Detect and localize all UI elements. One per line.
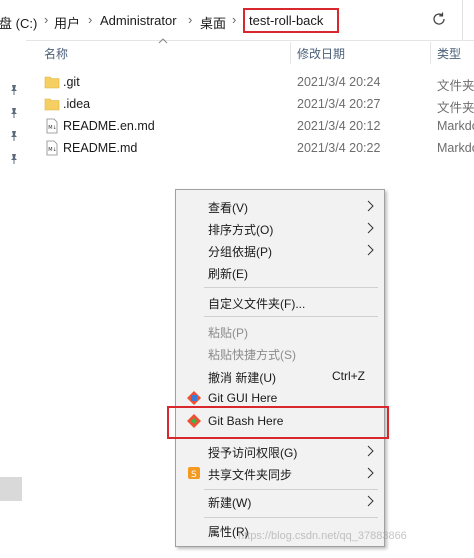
file-row[interactable]: .git 2021/3/4 20:24 文件夹 [40,71,474,93]
menu-item-label: 粘贴快捷方式(S) [208,348,296,362]
column-divider[interactable] [290,42,291,64]
menu-item-label: 撤消 新建(U) [208,371,276,385]
svg-text:M↓: M↓ [48,147,57,153]
md-file-icon: M↓ [46,140,58,156]
menu-item-view[interactable]: 查看(V) [176,195,384,217]
refresh-icon[interactable] [430,10,448,28]
file-type: Markdown [437,119,474,133]
breadcrumb-chevron-icon[interactable]: › [232,12,236,27]
md-file-icon: M↓ [46,118,58,134]
current-folder-highlight: test-roll-back [243,8,339,33]
file-name: .git [63,75,80,89]
breadcrumb-drive[interactable]: 磁盘 (C:) [0,13,37,32]
svg-text:M↓: M↓ [48,125,57,131]
menu-item-sort-by[interactable]: 排序方式(O) [176,217,384,239]
menu-item-label: 自定义文件夹(F)... [208,297,306,311]
breadcrumb-desktop[interactable]: 桌面 [200,13,226,32]
chevron-right-icon [367,222,374,234]
chevron-right-icon [367,244,374,256]
breadcrumb-administrator[interactable]: Administrator [100,13,177,28]
chevron-right-icon [367,200,374,212]
menu-separator [204,287,378,288]
address-bar[interactable]: 磁盘 (C:) › 用户 › Administrator › 桌面 › test… [0,0,474,41]
chevron-right-icon [367,495,374,507]
pin-icon[interactable] [8,153,20,165]
menu-item-paste[interactable]: 粘贴(P) [176,320,384,342]
breadcrumb-current[interactable]: test-roll-back [249,13,323,28]
menu-item-label: 分组依据(P) [208,245,272,259]
menu-separator [204,316,378,317]
breadcrumb-users[interactable]: 用户 [54,13,80,32]
menu-item-label: 排序方式(O) [208,223,274,237]
folder-icon [44,98,60,111]
pin-icon[interactable] [8,107,20,119]
git-gui-icon [187,391,201,405]
menu-item-group-by[interactable]: 分组依据(P) [176,239,384,261]
folder-icon [44,76,60,89]
menu-item-label: 查看(V) [208,201,248,215]
menu-item-label: 粘贴(P) [208,326,248,340]
menu-item-customize-folder[interactable]: 自定义文件夹(F)... [176,291,384,313]
file-date: 2021/3/4 20:22 [297,141,381,155]
column-header-type[interactable]: 类型 [437,45,461,62]
column-header-date[interactable]: 修改日期 [297,45,345,62]
menu-item-label: 授予访问权限(G) [208,446,298,460]
pin-icon[interactable] [8,84,20,96]
file-row[interactable]: M↓ README.en.md 2021/3/4 20:12 Markdown [40,115,474,137]
breadcrumb-chevron-icon[interactable]: › [44,12,48,27]
navigation-pane [0,40,26,558]
file-name: README.en.md [63,119,155,133]
menu-item-share-sync[interactable]: S 共享文件夹同步 [176,462,384,484]
file-row[interactable]: M↓ README.md 2021/3/4 20:22 Markdown [40,137,474,159]
file-name: .idea [63,97,91,111]
chevron-right-icon [367,467,374,479]
breadcrumb-chevron-icon[interactable]: › [188,12,192,27]
file-date: 2021/3/4 20:27 [297,97,381,111]
menu-separator [204,517,378,518]
chevron-right-icon [367,445,374,457]
file-date: 2021/3/4 20:24 [297,75,381,89]
menu-item-shortcut: Ctrl+Z [332,369,365,383]
file-type: 文件夹 [437,101,474,115]
pin-icon[interactable] [8,130,20,142]
menu-item-paste-shortcut[interactable]: 粘贴快捷方式(S) [176,342,384,364]
menu-item-label: Git GUI Here [208,391,278,405]
nav-selected-item[interactable] [0,477,22,501]
file-name: README.md [63,141,138,155]
divider [462,0,463,40]
git-bash-highlight [167,406,389,439]
file-type: Markdown [437,141,474,155]
menu-item-refresh[interactable]: 刷新(E) [176,261,384,283]
menu-item-grant-access[interactable]: 授予访问权限(G) [176,440,384,462]
menu-item-new[interactable]: 新建(W) [176,490,384,512]
menu-item-label: 新建(W) [208,496,252,510]
column-header-name[interactable]: 名称 [44,45,68,62]
menu-item-label: 共享文件夹同步 [208,468,293,482]
file-type: 文件夹 [437,79,474,93]
breadcrumb-chevron-icon[interactable]: › [88,12,92,27]
file-row[interactable]: .idea 2021/3/4 20:27 文件夹 [40,93,474,115]
column-divider[interactable] [430,42,431,64]
context-menu: 查看(V) 排序方式(O) 分组依据(P) 刷新(E) 自定义文件夹(F)...… [175,189,385,547]
watermark: https://blog.csdn.net/qq_37883866 [238,530,407,542]
file-date: 2021/3/4 20:12 [297,119,381,133]
share-sync-icon: S [188,467,200,480]
menu-item-undo-new[interactable]: 撤消 新建(U) Ctrl+Z [176,365,384,387]
menu-item-label: 刷新(E) [208,267,248,281]
svg-text:S: S [191,470,197,480]
sort-chevron-up-icon [158,38,168,44]
